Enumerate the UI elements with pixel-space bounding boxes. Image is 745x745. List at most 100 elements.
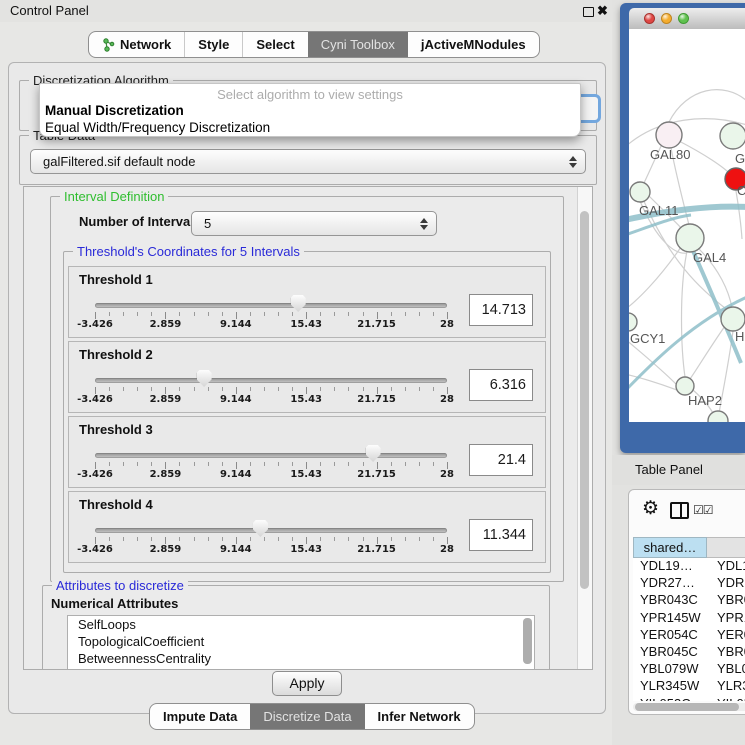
slider-tick-labels: -3.4262.8599.14415.4321.71528	[95, 544, 447, 556]
tab-cyni-toolbox-label: Cyni Toolbox	[321, 32, 395, 57]
slider-track[interactable]	[95, 528, 447, 533]
slider-thumb[interactable]	[253, 520, 268, 537]
threshold-value-field[interactable]: 14.713	[469, 294, 533, 326]
float-panel-icon[interactable]	[583, 7, 594, 17]
minor-tick	[348, 312, 349, 316]
cell-shared-name[interactable]: YIL053C	[633, 696, 707, 702]
table-row[interactable]: YBR043CYBR043C	[633, 592, 745, 609]
list-scrollbar[interactable]	[523, 618, 532, 664]
column-header-shared-name[interactable]: shared…	[633, 537, 707, 558]
node-gal4[interactable]	[676, 224, 704, 252]
cell-name[interactable]: YBL079W	[707, 661, 745, 678]
cell-name[interactable]: YBR045C	[707, 644, 745, 661]
cell-name[interactable]: YPR145W	[707, 610, 745, 627]
network-view-window: GAL80 GAL11 GAL4 GCY1 HAP2 GA C H	[620, 3, 745, 453]
minimize-window-icon[interactable]	[661, 13, 672, 24]
table-row[interactable]: YDR27…YDR27	[633, 575, 745, 592]
settings-vertical-scrollbar[interactable]	[577, 187, 592, 669]
gear-icon[interactable]: ⚙	[642, 497, 659, 520]
cell-shared-name[interactable]: YBL079W	[633, 661, 707, 678]
cell-shared-name[interactable]: YPR145W	[633, 610, 707, 627]
tab-network[interactable]: Network	[89, 32, 184, 57]
zoom-window-icon[interactable]	[678, 13, 689, 24]
tab-cyni-toolbox[interactable]: Cyni Toolbox	[308, 32, 408, 57]
cell-name[interactable]: YLR345W	[707, 678, 745, 695]
cell-name[interactable]: YER054C	[707, 627, 745, 644]
node-gal80[interactable]	[656, 122, 682, 148]
threshold-panel-1: Threshold 1-3.4262.8599.14415.4321.71528…	[68, 266, 546, 338]
control-panel-title: Control Panel	[10, 0, 89, 22]
cell-name[interactable]: YIL053C	[707, 696, 745, 702]
table-row[interactable]: YDL19…YDL19	[633, 558, 745, 575]
tab-impute-data[interactable]: Impute Data	[150, 704, 250, 729]
slider-track[interactable]	[95, 378, 447, 383]
close-panel-icon[interactable]: ✖	[597, 3, 608, 19]
minor-tick	[405, 312, 406, 316]
node-gcy1[interactable]	[629, 313, 637, 331]
algorithm-option-equal-width[interactable]: Equal Width/Frequency Discretization	[40, 119, 580, 136]
threshold-panel-3: Threshold 3-3.4262.8599.14415.4321.71528…	[68, 416, 546, 488]
slider-thumb[interactable]	[197, 370, 212, 387]
node-partial-top-right[interactable]	[720, 123, 745, 149]
threshold-value-field[interactable]: 6.316	[469, 369, 533, 401]
apply-button[interactable]: Apply	[272, 671, 342, 696]
network-window-titlebar[interactable]	[629, 8, 745, 30]
cell-name[interactable]: YBR043C	[707, 592, 745, 609]
minor-tick	[433, 387, 434, 391]
cell-shared-name[interactable]: YDR27…	[633, 575, 707, 592]
number-of-intervals-combobox[interactable]: 5	[191, 211, 437, 236]
tick-label: 2.859	[150, 544, 182, 555]
slider-thumb[interactable]	[291, 295, 306, 312]
major-tick	[377, 537, 378, 544]
cell-name[interactable]: YDL19	[707, 558, 745, 575]
tab-style[interactable]: Style	[184, 32, 242, 57]
algorithm-option-manual[interactable]: Manual Discretization	[40, 102, 580, 119]
tab-style-label: Style	[198, 32, 229, 57]
cell-shared-name[interactable]: YDL19…	[633, 558, 707, 575]
major-tick	[95, 462, 96, 469]
slider-track[interactable]	[95, 453, 447, 458]
threshold-value-field[interactable]: 21.4	[469, 444, 533, 476]
major-tick	[95, 312, 96, 319]
tab-discretize-data[interactable]: Discretize Data	[250, 704, 364, 729]
columns-icon[interactable]	[670, 502, 689, 519]
attribute-list-item[interactable]: SelfLoops	[68, 616, 534, 633]
threshold-value-field[interactable]: 11.344	[469, 519, 533, 551]
attribute-list-item[interactable]: BetweennessCentrality	[68, 650, 534, 667]
numerical-attributes-list[interactable]: SelfLoopsTopologicalCoefficientBetweenne…	[67, 615, 535, 670]
node-right-mid[interactable]	[721, 307, 745, 331]
minor-tick	[391, 537, 392, 541]
table-body[interactable]: YDL19…YDL19YDR27…YDR27YBR043CYBR043CYPR1…	[633, 558, 745, 701]
slider-track[interactable]	[95, 303, 447, 308]
tab-select[interactable]: Select	[242, 32, 307, 57]
minor-tick	[278, 387, 279, 391]
close-window-icon[interactable]	[644, 13, 655, 24]
cell-shared-name[interactable]: YBR045C	[633, 644, 707, 661]
cell-shared-name[interactable]: YER054C	[633, 627, 707, 644]
column-header-name[interactable]: n	[707, 537, 745, 558]
cyni-toolbox-panel: Discretization Algorithm Select algorith…	[8, 62, 606, 714]
table-row[interactable]: YLR345WYLR345W	[633, 678, 745, 695]
cell-name[interactable]: YDR27	[707, 575, 745, 592]
table-row[interactable]: YIL053CYIL053C	[633, 696, 745, 702]
tab-jactivemnodules[interactable]: jActiveMNodules	[408, 32, 539, 57]
slider-thumb[interactable]	[366, 445, 381, 462]
cell-shared-name[interactable]: YBR043C	[633, 592, 707, 609]
tab-infer-network[interactable]: Infer Network	[365, 704, 474, 729]
select-columns-checkboxes-icon[interactable]: ☑☑	[693, 503, 713, 517]
node-left[interactable]	[630, 182, 650, 202]
table-row[interactable]: YPR145WYPR145W	[633, 610, 745, 627]
attribute-list-item[interactable]: TopologicalCoefficient	[68, 633, 534, 650]
node-partial-bottom[interactable]	[708, 411, 728, 422]
table-row[interactable]: YBR045CYBR045C	[633, 644, 745, 661]
scrollbar-thumb[interactable]	[580, 211, 589, 589]
table-row[interactable]: YER054CYER054C	[633, 627, 745, 644]
table-row[interactable]: YBL079WYBL079W	[633, 661, 745, 678]
tick-label: 2.859	[150, 469, 182, 480]
cell-shared-name[interactable]: YLR345W	[633, 678, 707, 695]
network-canvas[interactable]: GAL80 GAL11 GAL4 GCY1 HAP2 GA C H	[629, 29, 745, 422]
tick-label: 9.144	[220, 319, 252, 330]
scrollbar-thumb[interactable]	[635, 703, 739, 711]
table-horizontal-scrollbar[interactable]	[633, 703, 745, 711]
table-data-combobox[interactable]: galFiltered.sif default node	[30, 149, 586, 174]
